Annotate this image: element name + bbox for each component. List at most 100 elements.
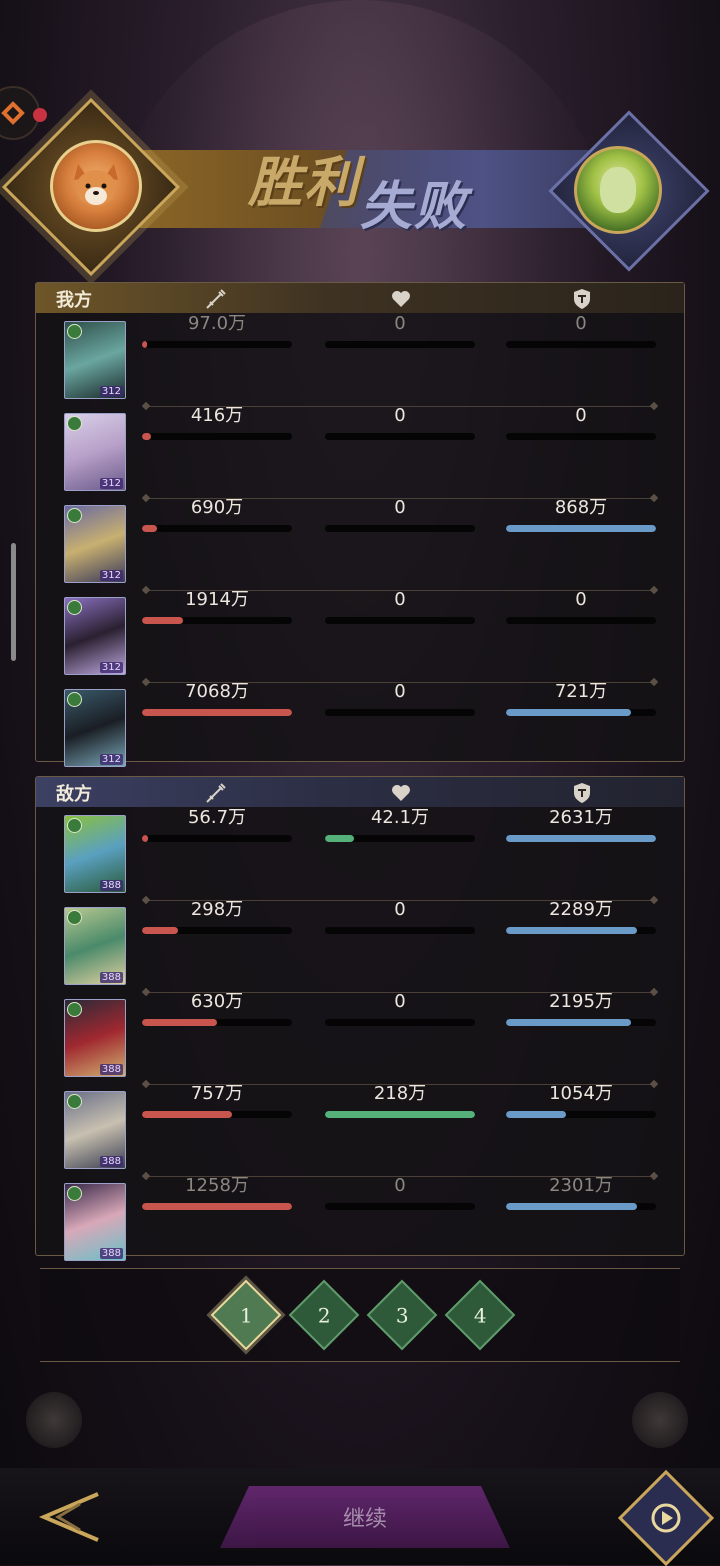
tank-value: 0	[575, 589, 587, 610]
heal-bar	[325, 341, 475, 348]
tank-stat: 2631万	[506, 807, 656, 842]
heal-value: 0	[394, 313, 406, 334]
damage-stat: 7068万	[142, 681, 292, 716]
sword-icon	[203, 780, 229, 806]
unit-level: 312	[99, 478, 123, 489]
continue-button[interactable]: 继续	[220, 1486, 510, 1548]
heart-icon	[388, 780, 414, 806]
heal-stat: 0	[325, 589, 475, 624]
unit-row: 312 97.0万 0 0	[36, 313, 684, 407]
unit-portrait[interactable]: 312	[64, 413, 126, 491]
unit-level: 388	[99, 972, 123, 983]
shield-icon	[569, 780, 595, 806]
shield-icon	[569, 286, 595, 312]
damage-bar	[142, 433, 292, 440]
tank-bar-fill	[506, 709, 631, 716]
damage-bar-fill	[142, 617, 183, 624]
tank-bar	[506, 927, 656, 934]
damage-bar-fill	[142, 525, 157, 532]
winner-avatar[interactable]	[50, 140, 142, 232]
enemy-team-header: 敌方	[36, 777, 684, 807]
unit-portrait[interactable]: 312	[64, 597, 126, 675]
damage-bar	[142, 1019, 292, 1026]
tank-bar	[506, 835, 656, 842]
heal-stat: 218万	[325, 1083, 475, 1118]
heal-bar	[325, 1203, 475, 1210]
damage-value: 416万	[190, 405, 244, 426]
damage-stat: 757万	[142, 1083, 292, 1118]
tank-value: 1054万	[549, 1083, 613, 1104]
tank-bar	[506, 525, 656, 532]
unit-portrait[interactable]: 388	[64, 1183, 126, 1261]
class-badge-icon	[67, 416, 82, 431]
tank-value: 868万	[554, 497, 608, 518]
tank-stat: 2289万	[506, 899, 656, 934]
damage-bar-fill	[142, 1111, 232, 1118]
unit-row: 388 1258万 0 2301万	[36, 1175, 684, 1267]
page-number: 2	[317, 1302, 331, 1327]
tank-bar-fill	[506, 835, 656, 842]
heal-value: 0	[394, 589, 406, 610]
tank-stat: 868万	[506, 497, 656, 532]
unit-portrait[interactable]: 388	[64, 907, 126, 985]
unit-row: 312 416万 0 0	[36, 405, 684, 499]
damage-bar	[142, 341, 292, 348]
damage-value: 298万	[190, 899, 244, 920]
heal-stat: 0	[325, 405, 475, 440]
blurred-background-icon	[632, 1392, 688, 1448]
tank-value: 2301万	[549, 1175, 613, 1196]
tank-stat: 2195万	[506, 991, 656, 1026]
tank-stat: 1054万	[506, 1083, 656, 1118]
heal-bar	[325, 433, 475, 440]
damage-value: 1258万	[185, 1175, 249, 1196]
heal-bar	[325, 525, 475, 532]
tank-value: 721万	[554, 681, 608, 702]
heal-value: 0	[394, 991, 406, 1012]
heal-value: 42.1万	[370, 807, 430, 828]
back-button[interactable]	[26, 1482, 106, 1552]
page-number: 4	[473, 1302, 487, 1327]
unit-portrait[interactable]: 388	[64, 1091, 126, 1169]
shiba-dog-icon	[74, 164, 118, 206]
tank-bar	[506, 1111, 656, 1118]
unit-portrait[interactable]: 388	[64, 999, 126, 1077]
replay-icon	[651, 1503, 681, 1533]
unit-portrait[interactable]: 388	[64, 815, 126, 893]
heal-value: 218万	[373, 1083, 427, 1104]
enemy-team-label: 敌方	[56, 784, 92, 805]
damage-stat: 630万	[142, 991, 292, 1026]
unit-portrait[interactable]: 312	[64, 505, 126, 583]
damage-bar	[142, 1111, 292, 1118]
tank-stat: 721万	[506, 681, 656, 716]
unit-level: 312	[99, 386, 123, 397]
heal-stat: 0	[325, 313, 475, 348]
unit-portrait[interactable]: 312	[64, 321, 126, 399]
damage-stat: 97.0万	[142, 313, 292, 348]
heal-bar	[325, 709, 475, 716]
damage-stat: 1258万	[142, 1175, 292, 1210]
portrait-face	[600, 167, 636, 213]
our-team-header: 我方	[36, 283, 684, 313]
class-badge-icon	[67, 692, 82, 707]
damage-bar	[142, 835, 292, 842]
damage-bar-fill	[142, 835, 148, 842]
damage-bar-fill	[142, 1203, 292, 1210]
tank-value: 2631万	[549, 807, 613, 828]
heal-stat: 0	[325, 681, 475, 716]
side-scroll-handle[interactable]	[11, 543, 16, 661]
damage-bar	[142, 927, 292, 934]
heart-icon	[388, 286, 414, 312]
tank-value: 0	[575, 313, 587, 334]
class-badge-icon	[67, 910, 82, 925]
heal-stat: 0	[325, 991, 475, 1026]
unit-level: 312	[99, 754, 123, 765]
tank-bar	[506, 1203, 656, 1210]
heal-value: 0	[394, 497, 406, 518]
tank-stat: 0	[506, 313, 656, 348]
damage-bar-fill	[142, 927, 178, 934]
tank-bar	[506, 433, 656, 440]
unit-portrait[interactable]: 312	[64, 689, 126, 767]
unit-row: 388 298万 0 2289万	[36, 899, 684, 993]
loser-avatar[interactable]	[574, 146, 662, 234]
heal-value: 0	[394, 681, 406, 702]
